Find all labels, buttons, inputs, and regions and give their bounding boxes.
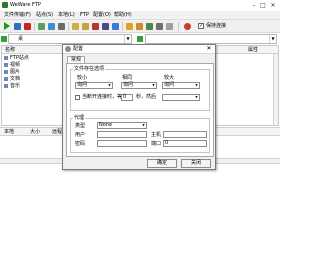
keep-connection-checkbox[interactable]: ✓: [198, 23, 204, 29]
ok-button[interactable]: 确定: [147, 159, 177, 168]
local-path-value: 桌: [18, 36, 24, 42]
label-smaller: 较小: [77, 75, 88, 81]
tree-item-ftp[interactable]: FTP站点: [4, 55, 29, 61]
chevron-down-icon: ▼: [108, 83, 111, 87]
toolbar-separator: [178, 22, 179, 31]
remote-scrollbar[interactable]: [273, 54, 278, 125]
stop-icon[interactable]: [184, 23, 191, 30]
chevron-down-icon: ▼: [195, 83, 198, 87]
keep-connection-label: 保持连接: [206, 23, 227, 29]
close-button[interactable]: 关闭: [181, 159, 211, 168]
proxy-type-select[interactable]: None ▼: [97, 122, 147, 129]
gear-icon: [65, 46, 71, 52]
menu-ftp[interactable]: FTP: [80, 13, 89, 18]
document-icon: [4, 76, 8, 81]
toolbar-separator: [34, 22, 35, 31]
chevron-down-icon[interactable]: ▼: [269, 35, 276, 43]
remove-icon[interactable]: [92, 23, 99, 30]
toolbar-separator: [122, 22, 123, 31]
retry-action-select[interactable]: ▼: [162, 94, 200, 101]
menu-bar: 文件传输(F) 站点(S) 本地(L) FTP 配置(O) 帮助(H): [0, 11, 280, 20]
proxy-port-label: 端口: [151, 141, 162, 147]
column-size[interactable]: 大小: [30, 130, 40, 135]
menu-config[interactable]: 配置(O): [93, 13, 111, 18]
ftp-icon: [4, 55, 8, 60]
equal-action-select[interactable]: 询问 ▼: [121, 82, 157, 89]
download-icon[interactable]: [48, 23, 55, 30]
menu-help[interactable]: 帮助(H): [114, 13, 132, 18]
column-remote[interactable]: 远程: [52, 130, 62, 135]
proxy-host-input[interactable]: [163, 131, 207, 138]
retry-suffix: 秒，然后: [136, 94, 157, 100]
larger-action-select[interactable]: 询问 ▼: [162, 82, 200, 89]
upload-icon[interactable]: [38, 23, 45, 30]
pause-icon[interactable]: [14, 23, 21, 30]
column-name[interactable]: 名称: [5, 47, 15, 53]
toolbar-separator: [68, 22, 69, 31]
retry-seconds-input[interactable]: 0: [121, 94, 133, 101]
video-icon: [4, 62, 8, 67]
app-icon: [2, 2, 8, 8]
picture-icon: [4, 69, 8, 74]
toolbar: ✓ 保持连接: [0, 20, 280, 33]
new-folder-icon[interactable]: [72, 23, 79, 30]
music-icon: [4, 83, 8, 88]
bookmark-icon[interactable]: [126, 23, 133, 30]
title-bar: WeWare FTP – □ ✕: [0, 1, 280, 10]
dialog-title-bar: 配置 ✕: [63, 45, 215, 54]
connect-icon[interactable]: [146, 23, 153, 30]
tree-item-documents[interactable]: 文档: [4, 76, 20, 82]
window-title: WeWare FTP: [10, 2, 41, 8]
gear-icon[interactable]: [156, 23, 163, 30]
close-window-button[interactable]: ✕: [269, 2, 277, 9]
column-attributes[interactable]: 属性: [248, 47, 258, 53]
rename-icon[interactable]: [102, 23, 109, 30]
file-exists-group-label: 文件存在选项: [73, 66, 106, 72]
remote-path-combo[interactable]: ▼: [145, 34, 277, 44]
local-path-combo[interactable]: 桌 ▼: [8, 34, 132, 44]
site-manager-icon[interactable]: [136, 23, 143, 30]
main-window: WeWare FTP – □ ✕ 文件传输(F) 站点(S) 本地(L) FTP…: [0, 0, 280, 270]
proxy-user-label: 用户: [75, 132, 86, 138]
up-folder-icon[interactable]: [1, 36, 7, 42]
tab-body: 文件存在选项 较小 相同 较大 询问 ▼ 询问 ▼ 询问 ▼ 当断开连接时，等待 0 …: [66, 63, 214, 157]
proxy-user-input[interactable]: [97, 131, 147, 138]
close-icon[interactable]: ✕: [205, 45, 213, 53]
chevron-down-icon: ▼: [195, 95, 198, 99]
label-equal: 相同: [122, 75, 133, 81]
delete-icon[interactable]: [24, 23, 31, 30]
menu-local[interactable]: 本地(L): [58, 13, 75, 18]
folder-icon[interactable]: [82, 23, 89, 30]
play-icon[interactable]: [4, 22, 10, 30]
proxy-group-label: 代理: [73, 115, 86, 121]
tree-item-music[interactable]: 音乐: [4, 83, 20, 89]
proxy-host-label: 主机: [151, 132, 162, 138]
config-dialog: 配置 ✕ 常规 文件存在选项 较小 相同 较大 询问 ▼ 询问 ▼ 询问 ▼ 当断开连…: [62, 44, 216, 170]
tree-item-pictures[interactable]: 图片: [4, 69, 20, 75]
chevron-down-icon: ▼: [142, 123, 145, 127]
file-exists-group: [70, 69, 210, 111]
refresh-icon[interactable]: [58, 23, 65, 30]
proxy-port-input[interactable]: 0: [163, 140, 207, 147]
label-larger: 较大: [164, 75, 175, 81]
smaller-action-select[interactable]: 询问 ▼: [75, 82, 113, 89]
retry-checkbox[interactable]: [75, 95, 80, 100]
menu-site[interactable]: 站点(S): [36, 13, 53, 18]
remote-up-folder-icon[interactable]: [137, 36, 143, 42]
chevron-down-icon: ▼: [152, 83, 155, 87]
menu-file[interactable]: 文件传输(F): [4, 13, 31, 18]
dialog-title: 配置: [73, 46, 84, 52]
chevron-down-icon[interactable]: ▼: [124, 35, 131, 43]
help-icon[interactable]: [166, 23, 173, 30]
properties-icon[interactable]: [112, 23, 119, 30]
maximize-button[interactable]: □: [259, 2, 267, 9]
proxy-password-label: 密码: [75, 141, 86, 147]
column-local[interactable]: 本地: [4, 130, 14, 135]
proxy-password-input[interactable]: [97, 140, 147, 147]
proxy-type-label: 类型: [75, 123, 86, 129]
minimize-button[interactable]: –: [250, 2, 258, 9]
tree-item-video[interactable]: 视频: [4, 62, 20, 68]
